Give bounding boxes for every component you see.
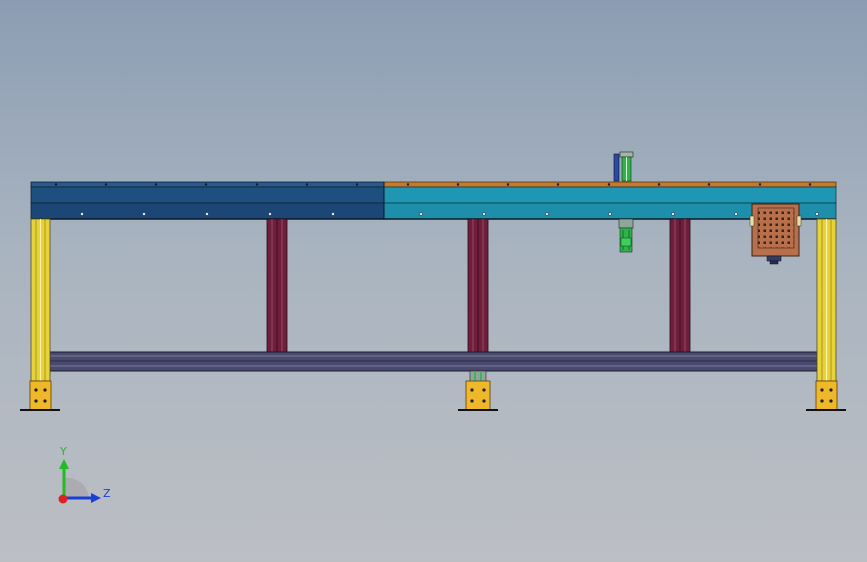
motor-bottom <box>618 218 634 253</box>
control-box <box>749 203 802 265</box>
z-axis-label: Z <box>103 487 111 500</box>
center-foot <box>458 370 498 411</box>
right-leg <box>806 218 846 411</box>
left-leg <box>20 218 60 411</box>
cad-viewport[interactable]: Y Z <box>0 0 867 562</box>
motor-top <box>613 151 634 182</box>
coordinate-triad[interactable]: Y Z <box>58 445 112 504</box>
lower-rail <box>49 351 818 372</box>
x-axis-dot <box>58 494 68 504</box>
triad-plane-shading <box>64 477 89 498</box>
y-axis-label: Y <box>59 445 67 458</box>
top-beam <box>30 181 837 220</box>
machine-drawing: Y Z <box>20 151 846 504</box>
